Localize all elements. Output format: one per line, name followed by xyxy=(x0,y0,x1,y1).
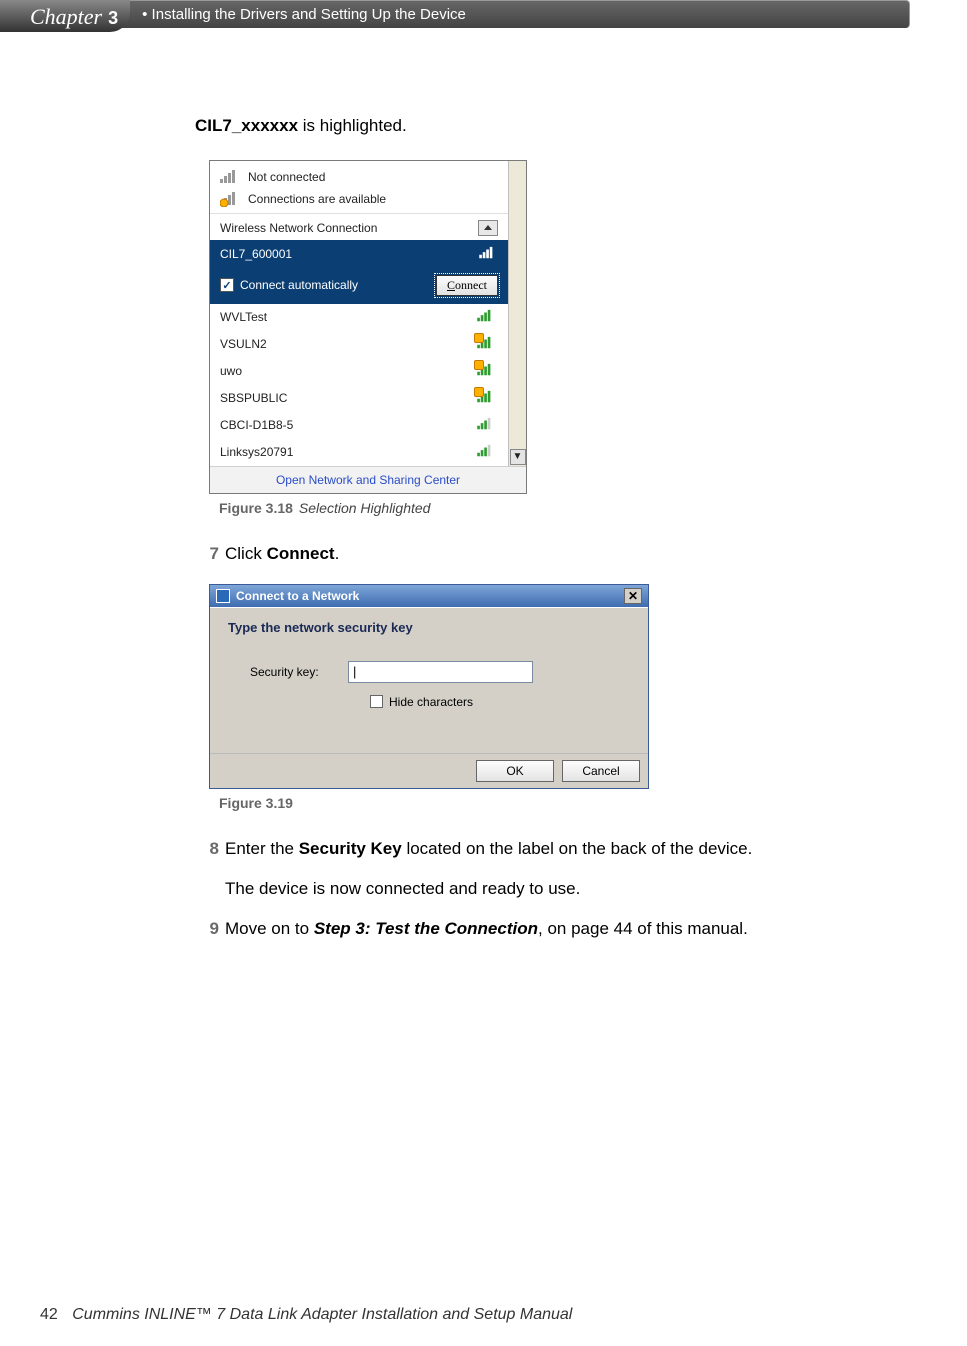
figure-318-title: Selection Highlighted xyxy=(299,500,431,516)
figure-318-label: Figure 3.18 xyxy=(219,500,293,516)
open-network-center-link[interactable]: Open Network and Sharing Center xyxy=(210,466,526,493)
figure-318-caption: Figure 3.18 Selection Highlighted xyxy=(219,500,915,516)
network-name: VSULN2 xyxy=(220,337,267,351)
page-number: 42 xyxy=(40,1306,58,1323)
network-row[interactable]: SBSPUBLIC xyxy=(210,385,508,412)
dialog-buttons: OK Cancel xyxy=(210,753,648,788)
connect-button[interactable]: Connect xyxy=(436,275,498,296)
book-title: Cummins INLINE™ 7 Data Link Adapter Inst… xyxy=(72,1306,572,1323)
step-8-bold: Security Key xyxy=(299,839,402,858)
network-row[interactable]: Linksys20791 xyxy=(210,439,508,466)
connect-options-row: ✓ Connect automatically Connect xyxy=(210,269,508,304)
page-footer: 42 Cummins INLINE™ 7 Data Link Adapter I… xyxy=(40,1306,572,1324)
dialog-prompt: Type the network security key xyxy=(228,620,630,635)
connections-available-row: Connections are available xyxy=(210,189,508,213)
collapse-toggle-icon[interactable] xyxy=(478,220,498,236)
signal-strength-icon xyxy=(476,444,498,461)
dialog-titlebar: Connect to a Network ✕ xyxy=(210,585,648,607)
step-9-text: Move on to Step 3: Test the Connection, … xyxy=(225,919,915,939)
step-7-prefix: Click xyxy=(225,544,267,563)
signal-strength-secured-icon xyxy=(476,390,498,407)
figure-319-caption: Figure 3.19 xyxy=(219,795,915,811)
hide-characters-row: Hide characters xyxy=(228,695,630,709)
cancel-button[interactable]: Cancel xyxy=(562,760,640,782)
step-8-suffix: located on the label on the back of the … xyxy=(402,839,753,858)
security-key-input[interactable] xyxy=(348,661,533,683)
cil7-pattern-bold: CIL7_xxxxxx xyxy=(195,116,298,135)
figure-wifi-popup: Not connected Connections are available … xyxy=(209,160,527,494)
not-connected-text: Not connected xyxy=(248,170,325,184)
signal-strength-secured-icon xyxy=(476,363,498,380)
network-name: SBSPUBLIC xyxy=(220,391,287,405)
step-8-prefix: Enter the xyxy=(225,839,299,858)
scrollbar[interactable]: ▼ xyxy=(508,161,526,466)
network-name: CBCI-D1B8-5 xyxy=(220,418,293,432)
connect-auto-label: Connect automatically xyxy=(240,278,358,292)
network-row[interactable]: CBCI-D1B8-5 xyxy=(210,412,508,439)
intro-paragraph: CIL7_xxxxxx is highlighted. xyxy=(195,115,915,138)
signal-strength-icon xyxy=(476,309,498,326)
step-7: 7 Click Connect. xyxy=(195,544,915,564)
network-name: uwo xyxy=(220,364,242,378)
close-icon[interactable]: ✕ xyxy=(624,588,642,604)
figure-319-label: Figure 3.19 xyxy=(219,795,293,811)
hide-characters-checkbox[interactable] xyxy=(370,695,383,708)
security-key-label: Security key: xyxy=(228,665,348,679)
dialog-title-icon xyxy=(216,589,230,603)
step-7-bold: Connect xyxy=(267,544,335,563)
step-9-bolditalic: Step 3: Test the Connection xyxy=(314,919,538,938)
step-8-text: Enter the Security Key located on the la… xyxy=(225,839,915,899)
connect-button-underline: C xyxy=(447,278,455,292)
network-row[interactable]: VSULN2 xyxy=(210,331,508,358)
network-row[interactable]: uwo xyxy=(210,358,508,385)
intro-suffix: is highlighted. xyxy=(298,116,407,135)
signal-bars-icon xyxy=(220,169,240,185)
chapter-word: Chapter xyxy=(30,4,102,30)
step-9-suffix: , on page 44 of this manual. xyxy=(538,919,748,938)
connections-available-text: Connections are available xyxy=(248,192,386,206)
signal-strength-secured-icon xyxy=(476,336,498,353)
step-8: 8 Enter the Security Key located on the … xyxy=(195,839,915,899)
hide-characters-label: Hide characters xyxy=(389,695,473,709)
step-9-number: 9 xyxy=(195,919,219,939)
network-name: WVLTest xyxy=(220,310,267,324)
step-8-number: 8 xyxy=(195,839,219,899)
figure-security-dialog: Connect to a Network ✕ Type the network … xyxy=(209,584,649,789)
signal-strength-icon xyxy=(476,417,498,434)
signal-bars-available-icon xyxy=(220,191,240,207)
step-9: 9 Move on to Step 3: Test the Connection… xyxy=(195,919,915,939)
chapter-header: Chapter 3 • Installing the Drivers and S… xyxy=(0,0,910,32)
signal-strength-icon xyxy=(478,246,498,263)
step-7-suffix: . xyxy=(335,544,340,563)
dialog-title-text: Connect to a Network xyxy=(236,589,359,603)
scroll-down-icon[interactable]: ▼ xyxy=(510,449,526,465)
step-9-prefix: Move on to xyxy=(225,919,314,938)
chapter-tab-left: Chapter 3 xyxy=(0,0,130,32)
chapter-number: 3 xyxy=(108,8,118,29)
chapter-title: • Installing the Drivers and Setting Up … xyxy=(112,0,910,28)
ok-button[interactable]: OK xyxy=(476,760,554,782)
connect-auto-checkbox[interactable]: ✓ xyxy=(220,278,234,292)
page-content: CIL7_xxxxxx is highlighted. Not connecte… xyxy=(195,115,915,959)
network-row[interactable]: WVLTest xyxy=(210,304,508,331)
wifi-header-row: Not connected xyxy=(210,161,508,189)
selected-network-name: CIL7_600001 xyxy=(220,247,292,261)
network-name: Linksys20791 xyxy=(220,445,293,459)
step-7-text: Click Connect. xyxy=(225,544,915,564)
security-key-row: Security key: xyxy=(228,661,630,683)
step-8-extra: The device is now connected and ready to… xyxy=(225,879,915,899)
wireless-section-title: Wireless Network Connection xyxy=(220,221,377,235)
step-7-number: 7 xyxy=(195,544,219,564)
wireless-section-header: Wireless Network Connection xyxy=(210,213,508,240)
connect-button-rest: onnect xyxy=(455,278,487,292)
selected-network-row[interactable]: CIL7_600001 xyxy=(210,240,508,269)
